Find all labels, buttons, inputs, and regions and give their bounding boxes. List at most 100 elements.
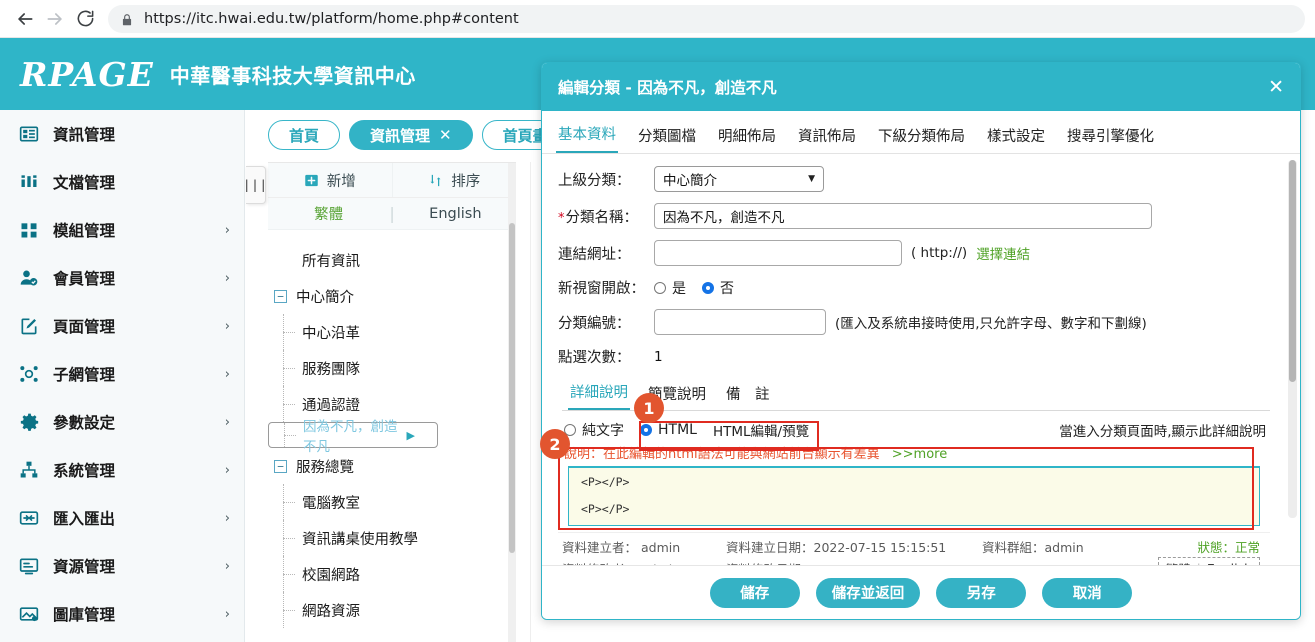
lang-en-option[interactable]: English bbox=[395, 206, 516, 222]
mode-plain-text-label: 純文字 bbox=[582, 423, 624, 439]
sidebar-item-info-management[interactable]: 資訊管理 bbox=[0, 110, 244, 158]
category-name-input[interactable]: 因為不凡，創造不凡 bbox=[654, 203, 1152, 229]
address-bar[interactable]: https://itc.hwai.edu.tw/platform/home.ph… bbox=[108, 4, 1305, 33]
category-name-label: *分類名稱： bbox=[558, 206, 654, 227]
tab-detail-layout[interactable]: 明細佈局 bbox=[716, 121, 778, 153]
tab-seo[interactable]: 搜尋引擎優化 bbox=[1065, 121, 1156, 153]
logo-text: RPAGE bbox=[20, 54, 154, 94]
tree-scrollbar-thumb[interactable] bbox=[509, 223, 515, 553]
collapse-toggle-icon[interactable]: − bbox=[274, 459, 287, 473]
data-group: 資料群組：admin bbox=[982, 539, 1084, 555]
collapse-toggle-icon[interactable]: − bbox=[274, 289, 287, 303]
tree-node-label: 中心沿革 bbox=[302, 325, 360, 342]
new-window-yes-option[interactable]: 是 bbox=[654, 278, 686, 298]
tree-node-computer-lab[interactable]: 電腦教室 bbox=[268, 484, 516, 520]
sidebar-item-label: 資訊管理 bbox=[53, 126, 116, 144]
edit-category-modal: 編輯分類 - 因為不凡，創造不凡 ✕ 基本資料 分類圖檔 明細佈局 資訊佈局 下… bbox=[541, 62, 1301, 620]
sidebar-item-label: 匯入匯出 bbox=[53, 510, 116, 528]
tab-style-settings[interactable]: 樣式設定 bbox=[985, 121, 1047, 153]
modal-lang-zh[interactable]: 繁體 bbox=[1166, 559, 1191, 566]
tree-node-label: 網路資源 bbox=[302, 603, 360, 620]
radio-yes[interactable] bbox=[654, 281, 666, 294]
sidebar-item-system-management[interactable]: 系統管理 › bbox=[0, 446, 244, 494]
sort-button-label: 排序 bbox=[451, 173, 481, 190]
tab-sub-category-layout[interactable]: 下級分類佈局 bbox=[876, 121, 967, 153]
content-tab-home[interactable]: 首頁 bbox=[268, 120, 341, 150]
chevron-right-icon: › bbox=[224, 462, 230, 478]
add-button[interactable]: 新增 bbox=[268, 163, 393, 197]
modal-lang-en[interactable]: English bbox=[1207, 561, 1252, 566]
lang-zh-option[interactable]: 繁體 bbox=[268, 203, 389, 224]
save-button[interactable]: 儲存 bbox=[709, 577, 800, 608]
monitor-icon bbox=[18, 555, 40, 577]
save-as-button[interactable]: 另存 bbox=[936, 577, 1027, 608]
network-node-icon bbox=[18, 363, 40, 385]
sidebar-item-image-library-management[interactable]: 圖庫管理 › bbox=[0, 590, 244, 638]
category-name-row: *分類名稱： 因為不凡，創造不凡 bbox=[558, 203, 1270, 229]
save-and-return-button[interactable]: 儲存並返回 bbox=[815, 577, 921, 608]
sidebar-collapse-handle[interactable]: ||| bbox=[243, 166, 267, 204]
tab-remarks[interactable]: 備 註 bbox=[724, 380, 772, 410]
content-tab-info-management[interactable]: 資訊管理 ✕ bbox=[349, 120, 473, 150]
close-icon[interactable]: ✕ bbox=[439, 126, 452, 144]
category-name-label-text: 分類名稱： bbox=[565, 209, 639, 226]
tree-node-center-history[interactable]: 中心沿革 bbox=[268, 314, 516, 350]
metadata-row: 資料建立者： admin 資料建立日期：2022-07-15 15:15:51 … bbox=[562, 535, 1260, 557]
sidebar-item-member-management[interactable]: 會員管理 › bbox=[0, 254, 244, 302]
radio-no[interactable] bbox=[702, 281, 714, 294]
sidebar-item-resource-management[interactable]: 資源管理 › bbox=[0, 542, 244, 590]
cancel-button[interactable]: 取消 bbox=[1042, 577, 1133, 608]
tree-node-service-overview[interactable]: − 服務總覽 bbox=[268, 448, 516, 484]
status-badge: 狀態：正常 bbox=[1197, 539, 1260, 555]
sort-button[interactable]: 排序 bbox=[392, 163, 516, 197]
close-icon[interactable]: ✕ bbox=[1268, 77, 1284, 97]
parent-category-select[interactable]: 中心簡介 ▼ bbox=[654, 166, 824, 192]
category-code-input[interactable] bbox=[654, 309, 826, 335]
choose-link-button[interactable]: 選擇連結 bbox=[976, 243, 1030, 263]
sidebar-item-import-export[interactable]: 匯入匯出 › bbox=[0, 494, 244, 542]
more-link[interactable]: >>more bbox=[892, 447, 947, 462]
tab-info-layout[interactable]: 資訊佈局 bbox=[796, 121, 858, 153]
chevron-down-icon: ▼ bbox=[808, 174, 815, 184]
tree-scrollbar[interactable] bbox=[508, 163, 516, 642]
back-arrow-icon[interactable] bbox=[10, 4, 40, 34]
sidebar-item-subsite-management[interactable]: 子網管理 › bbox=[0, 350, 244, 398]
tree-node-extraordinary[interactable]: 因為不凡，創造不凡 ▶ bbox=[268, 419, 438, 455]
sidebar-item-document-management[interactable]: 文檔管理 bbox=[0, 158, 244, 206]
new-window-no-option[interactable]: 否 bbox=[702, 278, 734, 298]
modal-scrollbar[interactable] bbox=[1288, 160, 1297, 518]
link-url-input[interactable] bbox=[654, 240, 902, 266]
new-window-yes-label: 是 bbox=[672, 280, 686, 297]
expand-arrow-icon[interactable]: ▶ bbox=[407, 429, 415, 442]
modal-scrollbar-thumb[interactable] bbox=[1289, 160, 1296, 382]
tab-detailed-description[interactable]: 詳細說明 bbox=[568, 378, 630, 410]
created-date: 資料建立日期：2022-07-15 15:15:51 bbox=[726, 539, 947, 555]
chevron-right-icon: › bbox=[224, 606, 230, 622]
tab-category-image[interactable]: 分類圖檔 bbox=[636, 121, 698, 153]
radio-html[interactable] bbox=[640, 424, 652, 436]
required-asterisk: * bbox=[558, 210, 565, 226]
modal-footer: 儲存 儲存並返回 另存 取消 bbox=[542, 565, 1300, 619]
forward-arrow-icon[interactable] bbox=[40, 4, 70, 34]
html-source-editor[interactable]: <P></P> <P></P> bbox=[568, 466, 1260, 526]
tree-node-network-resources[interactable]: 網路資源 bbox=[268, 592, 516, 628]
list-panel-icon bbox=[18, 123, 40, 145]
basic-info-form: 上級分類： 中心簡介 ▼ *分類名稱： 因為不凡，創造不凡 連結網址： (ht… bbox=[542, 154, 1300, 565]
tree-node-service-team[interactable]: 服務團隊 bbox=[268, 350, 516, 386]
mode-plain-text-option[interactable]: 純文字 bbox=[564, 420, 624, 440]
parent-category-value: 中心簡介 bbox=[663, 173, 717, 189]
sidebar-item-page-management[interactable]: 頁面管理 › bbox=[0, 302, 244, 350]
tree-node-center-intro[interactable]: − 中心簡介 bbox=[268, 278, 516, 314]
tree-node-podium-tutorial[interactable]: 資訊講桌使用教學 bbox=[268, 520, 516, 556]
mode-html-option[interactable]: HTML bbox=[640, 422, 697, 438]
sidebar-item-label: 頁面管理 bbox=[53, 318, 116, 336]
reload-icon[interactable] bbox=[70, 4, 100, 34]
sidebar-item-parameter-settings[interactable]: 參數設定 › bbox=[0, 398, 244, 446]
tree-node-all-info[interactable]: 所有資訊 bbox=[268, 242, 516, 278]
tab-basic-info[interactable]: 基本資料 bbox=[556, 119, 618, 153]
modal-tabbar: 基本資料 分類圖檔 明細佈局 資訊佈局 下級分類佈局 樣式設定 搜尋引擎優化 bbox=[542, 111, 1300, 154]
url-text: https://itc.hwai.edu.tw/platform/home.ph… bbox=[144, 10, 519, 27]
html-edit-preview-button[interactable]: HTML編輯/預覽 bbox=[713, 420, 809, 440]
sidebar-item-module-management[interactable]: 模組管理 › bbox=[0, 206, 244, 254]
tree-node-campus-network[interactable]: 校園網路 bbox=[268, 556, 516, 592]
